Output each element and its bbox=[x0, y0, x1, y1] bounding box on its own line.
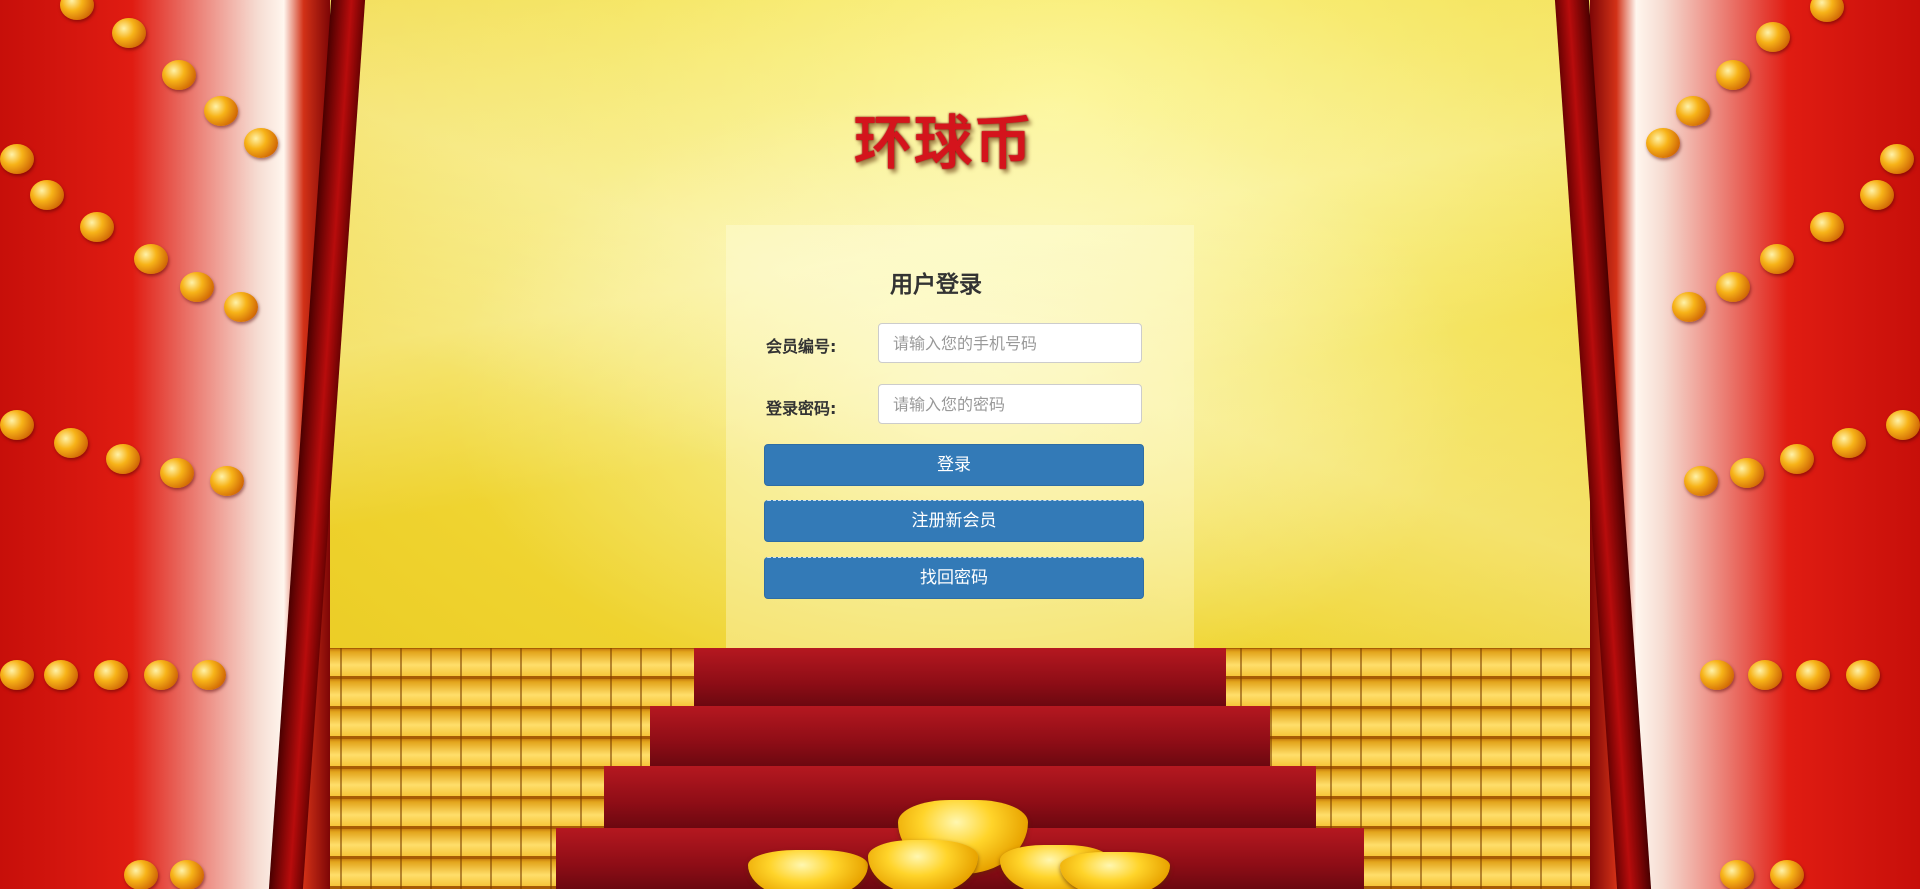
door-stud bbox=[0, 410, 34, 440]
door-stud bbox=[54, 428, 88, 458]
door-stud bbox=[124, 860, 158, 889]
door-stud bbox=[144, 660, 178, 690]
door-stud bbox=[1720, 860, 1754, 889]
login-page: 环球币 用户登录 会员编号: 登录密码: 登录 注册新会员 找回密码 bbox=[0, 0, 1920, 889]
door-stud bbox=[1716, 272, 1750, 302]
door-stud bbox=[112, 18, 146, 48]
door-stud bbox=[180, 272, 214, 302]
door-stud bbox=[170, 860, 204, 889]
door-stud bbox=[192, 660, 226, 690]
stair-step bbox=[650, 706, 1270, 766]
door-stud bbox=[1832, 428, 1866, 458]
door-stud bbox=[0, 660, 34, 690]
recover-password-button[interactable]: 找回密码 bbox=[764, 557, 1144, 599]
door-stud bbox=[44, 660, 78, 690]
door-stud bbox=[80, 212, 114, 242]
gold-ingot bbox=[868, 840, 978, 889]
door-stud bbox=[1716, 60, 1750, 90]
door-stud bbox=[1886, 410, 1920, 440]
door-stud bbox=[162, 60, 196, 90]
member-id-label: 会员编号: bbox=[766, 337, 837, 356]
member-id-input[interactable] bbox=[878, 323, 1142, 363]
door-stud bbox=[1700, 660, 1734, 690]
login-heading: 用户登录 bbox=[890, 272, 982, 298]
door-stud bbox=[1846, 660, 1880, 690]
door-stud bbox=[1756, 22, 1790, 52]
door-stud bbox=[1796, 660, 1830, 690]
door-stud bbox=[106, 444, 140, 474]
door-stud bbox=[1760, 244, 1794, 274]
door-stud bbox=[1810, 212, 1844, 242]
door-stud bbox=[1860, 180, 1894, 210]
door-stud bbox=[30, 180, 64, 210]
door-stud bbox=[210, 466, 244, 496]
door-stud bbox=[1770, 860, 1804, 889]
door-stud bbox=[1672, 292, 1706, 322]
door-stud bbox=[134, 244, 168, 274]
door-stud bbox=[1684, 466, 1718, 496]
gold-ingot bbox=[748, 850, 868, 889]
door-stud bbox=[94, 660, 128, 690]
door-stud bbox=[224, 292, 258, 322]
door-stud bbox=[160, 458, 194, 488]
password-label: 登录密码: bbox=[766, 399, 837, 418]
door-stud bbox=[1730, 458, 1764, 488]
door-stud bbox=[1780, 444, 1814, 474]
password-input[interactable] bbox=[878, 384, 1142, 424]
door-stud bbox=[1748, 660, 1782, 690]
gold-ingot bbox=[1060, 852, 1170, 889]
register-button[interactable]: 注册新会员 bbox=[764, 500, 1144, 542]
brand-title: 环球币 bbox=[853, 109, 1034, 177]
login-panel: 用户登录 会员编号: 登录密码: 登录 注册新会员 找回密码 bbox=[726, 225, 1194, 648]
stair-step bbox=[694, 648, 1226, 706]
login-button[interactable]: 登录 bbox=[764, 444, 1144, 486]
